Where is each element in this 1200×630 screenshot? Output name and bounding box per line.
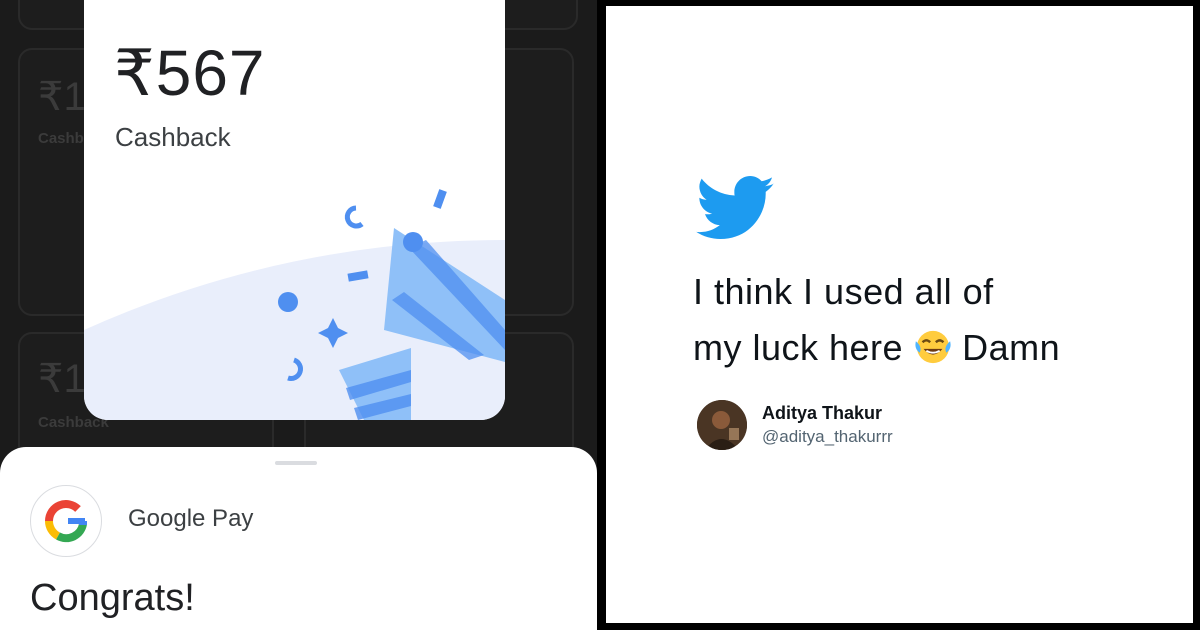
app-name: Google Pay [128,505,254,532]
background-card-amount: ₹1 [38,357,86,401]
google-g-icon [30,485,102,557]
sheet-drag-handle[interactable] [275,461,317,465]
twitter-bird-icon [696,176,775,240]
author-handle[interactable]: @aditya_thakurrr [762,427,893,447]
author-name[interactable]: Aditya Thakur [762,403,882,424]
gpay-screenshot-panel: ₹1 Cashb ₹1 Cashback ₹567 Cashback Googl… [0,0,597,630]
tweet-card: I think I used all of my luck here Damn … [606,6,1193,623]
notification-sheet: Google Pay Congrats! [0,447,597,630]
tweet-text-part: my luck here [693,327,904,368]
cashback-amount: ₹567 [114,37,266,109]
tweet-text-line: my luck here Damn [693,320,1173,376]
cashback-reward-card[interactable]: ₹567 Cashback [84,0,505,420]
tweet-text: I think I used all of my luck here Damn [693,264,1173,376]
face-with-tears-of-joy-icon [915,330,951,364]
tweet-text-part: Damn [962,327,1061,368]
cashback-label: Cashback [115,122,231,152]
avatar[interactable] [697,400,747,450]
tweet-text-line: I think I used all of [693,271,994,312]
congrats-message: Congrats! [30,577,195,619]
background-card-amount: ₹1 [38,75,86,119]
background-card-label: Cashb [38,130,84,147]
